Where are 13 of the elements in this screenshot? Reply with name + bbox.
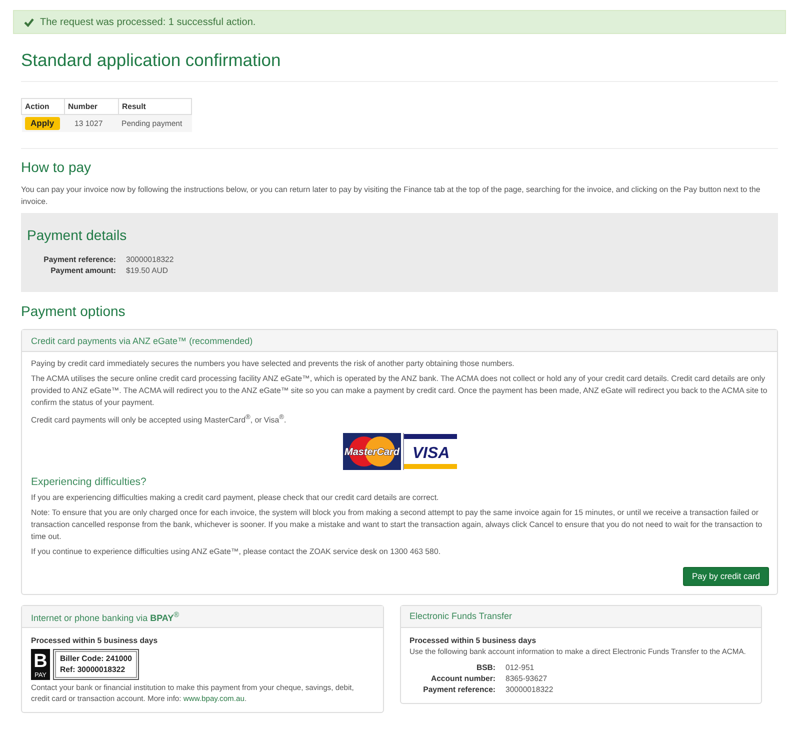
alert-message: The request was processed: 1 successful action.: [40, 16, 256, 28]
panel-title: Electronic Funds Transfer: [410, 611, 512, 622]
action-tag: Apply: [24, 117, 60, 130]
section-heading: Experiencing difficulties?: [31, 474, 148, 489]
section-heading: Payment options: [21, 302, 126, 320]
panel-heading: Payment details: [27, 226, 128, 244]
check-icon: [24, 18, 34, 26]
panel-title: Credit card payments via ANZ eGate™ (recommended): [31, 336, 253, 346]
visa-logo: VISA: [403, 432, 457, 470]
pay-by-credit-card-button[interactable]: Pay by credit card: [682, 566, 769, 586]
section-heading: How to pay: [21, 158, 92, 176]
page-title: Standard application confirmation: [21, 49, 282, 71]
panel-title: Internet or phone banking via BPAY$^{®}$: [31, 610, 180, 623]
